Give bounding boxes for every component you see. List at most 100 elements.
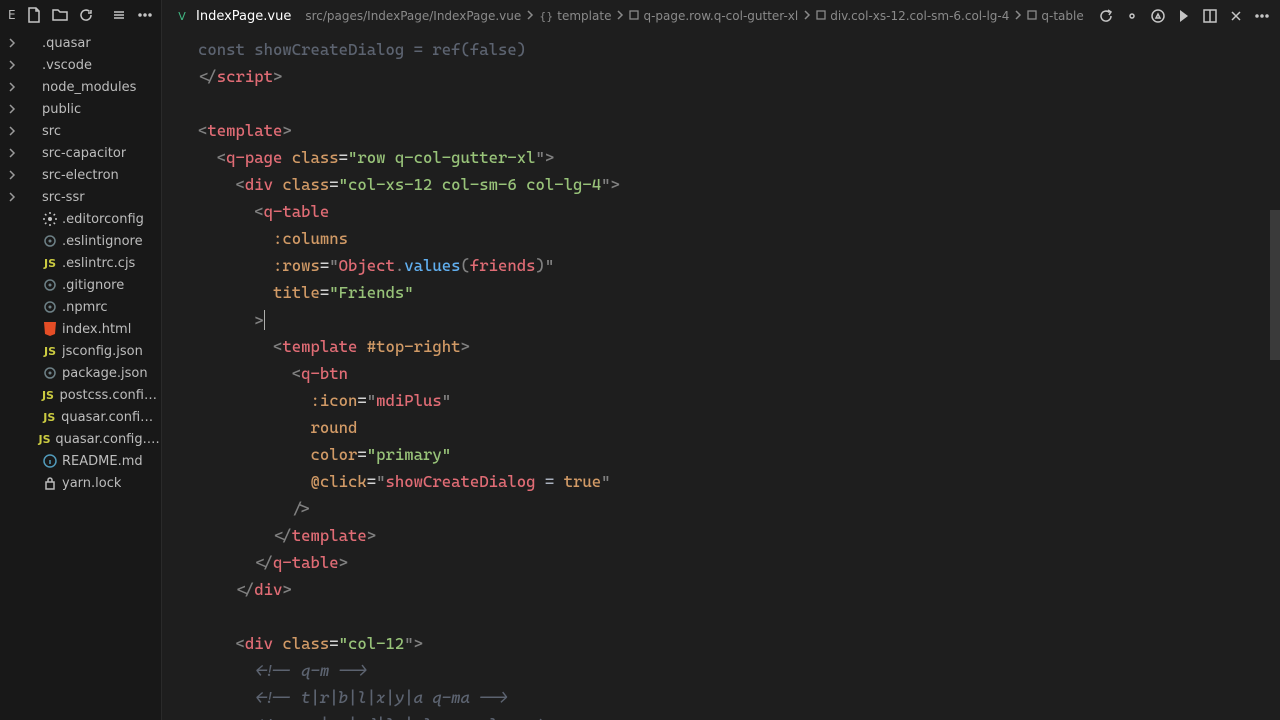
tree-item-label: package.json: [62, 366, 148, 381]
src-electron-folder[interactable]: src-electron: [0, 164, 161, 186]
chevron-right-icon: [4, 365, 20, 381]
tree-item-label: src: [42, 124, 61, 139]
src-ssr-folder[interactable]: src-ssr: [0, 186, 161, 208]
cfg-icon: [42, 299, 58, 315]
info-icon: [42, 453, 58, 469]
package-json-file[interactable]: package.json: [0, 362, 161, 384]
close-icon[interactable]: [1228, 8, 1244, 24]
breadcrumb-item[interactable]: {}template: [539, 9, 611, 23]
quasar-config-ts-file[interactable]: JSquasar.config.js.t...: [0, 428, 161, 450]
breadcrumb-item[interactable]: div.col-xs-12.col-sm-6.col-lg-4: [816, 9, 1009, 23]
breadcrumb-item[interactable]: q-page.row.q-col-gutter-xl: [629, 9, 798, 23]
tree-item-label: quasar.config.js.t...: [55, 432, 161, 447]
js-icon: JS: [42, 255, 58, 271]
js-icon: JS: [38, 431, 52, 447]
chevron-right-icon: [4, 167, 20, 183]
tree-item-label: .npmrc: [62, 300, 108, 315]
chevron-right-icon: [4, 299, 20, 315]
jsconfig-file[interactable]: JS jsconfig.json: [0, 340, 161, 362]
code-editor[interactable]: const showCreateDialog = ref(false) </sc…: [162, 32, 1280, 720]
tab-bar: V IndexPage.vue src/pages/IndexPage/Inde…: [162, 0, 1280, 32]
chevron-right-icon: [4, 233, 20, 249]
js-icon: JS: [42, 343, 58, 359]
eslintignore-file[interactable]: .eslintignore: [0, 230, 161, 252]
chevron-right-icon: [802, 9, 812, 23]
yarn-lock-file[interactable]: yarn.lock: [0, 472, 161, 494]
chevron-right-icon: [4, 101, 20, 117]
tree-item-label: public: [42, 102, 81, 117]
src-folder[interactable]: src: [0, 120, 161, 142]
more-icon[interactable]: [137, 7, 153, 23]
cog-icon: [42, 211, 58, 227]
chevron-right-icon: [4, 35, 20, 51]
new-folder-icon[interactable]: [52, 7, 68, 23]
chevron-right-icon: [4, 387, 19, 403]
scrollbar-thumb[interactable]: [1270, 210, 1280, 360]
tree-item-label: .eslintrc.cjs: [62, 256, 135, 271]
tree-item-label: src-electron: [42, 168, 119, 183]
tabbar-actions: [1098, 8, 1280, 24]
chevron-right-icon: [4, 57, 20, 73]
sidebar-toolbar: E: [0, 0, 161, 30]
chevron-right-icon: [525, 9, 535, 23]
tree-item-label: .quasar: [42, 36, 91, 51]
breadcrumb[interactable]: src/pages/IndexPage/IndexPage.vue {}templ…: [305, 9, 1083, 23]
tree-item-label: .editorconfig: [62, 212, 144, 227]
breadcrumb-item[interactable]: src/pages/IndexPage/IndexPage.vue: [305, 9, 521, 23]
js-icon: JS: [40, 387, 55, 403]
quasar-folder[interactable]: .quasar: [0, 32, 161, 54]
braces-icon: {}: [539, 10, 553, 23]
chevron-right-icon: [4, 475, 20, 491]
split-icon[interactable]: [1202, 8, 1218, 24]
box-icon: [629, 10, 639, 23]
chevron-right-icon: [4, 123, 20, 139]
compass-icon[interactable]: [1150, 8, 1166, 24]
quasar-config-file[interactable]: JS quasar.config.js: [0, 406, 161, 428]
node-modules-folder[interactable]: node_modules: [0, 76, 161, 98]
vscode-folder[interactable]: .vscode: [0, 54, 161, 76]
text-cursor: [264, 310, 265, 330]
tree-item-label: quasar.config.js: [61, 410, 161, 425]
box-icon: [816, 10, 826, 23]
new-file-icon[interactable]: [26, 7, 42, 23]
chevron-right-icon: [4, 277, 20, 293]
chevron-right-icon: [4, 453, 20, 469]
refresh-icon[interactable]: [78, 7, 94, 23]
breadcrumb-item[interactable]: q-table: [1027, 9, 1083, 23]
tree-item-label: .gitignore: [62, 278, 124, 293]
index-html-file[interactable]: index.html: [0, 318, 161, 340]
eslintrc-file[interactable]: JS .eslintrc.cjs: [0, 252, 161, 274]
nav-back-icon[interactable]: [1098, 8, 1114, 24]
public-folder[interactable]: public: [0, 98, 161, 120]
src-capacitor-folder[interactable]: src-capacitor: [0, 142, 161, 164]
chevron-right-icon: [4, 343, 20, 359]
sidebar: E .quasar .vscodenode_modulespublic src src…: [0, 0, 162, 720]
chevron-right-icon: [4, 409, 20, 425]
js-icon: JS: [41, 409, 57, 425]
box-icon: [1027, 10, 1037, 23]
postcss-config-file[interactable]: JS postcss.config.js: [0, 384, 161, 406]
tree-item-label: postcss.config.js: [60, 388, 161, 403]
npmrc-file[interactable]: .npmrc: [0, 296, 161, 318]
file-tree: .quasar .vscodenode_modulespublic src src-c…: [0, 30, 161, 494]
chevron-right-icon: [4, 145, 20, 161]
cfg-icon: [42, 233, 58, 249]
editorconfig-file[interactable]: .editorconfig: [0, 208, 161, 230]
tree-item-label: jsconfig.json: [62, 344, 143, 359]
tree-item-label: yarn.lock: [62, 476, 121, 491]
readme-file[interactable]: README.md: [0, 450, 161, 472]
tree-item-label: src-ssr: [42, 190, 85, 205]
outline-icon[interactable]: [1124, 8, 1140, 24]
chevron-right-icon: [4, 321, 20, 337]
html5-icon: [42, 321, 58, 337]
tab-indexpage[interactable]: V IndexPage.vue: [168, 0, 297, 32]
chevron-right-icon: [1013, 9, 1023, 23]
chevron-right-icon: [4, 431, 18, 447]
run-icon[interactable]: [1176, 8, 1192, 24]
cfg-icon: [42, 277, 58, 293]
gitignore-file[interactable]: .gitignore: [0, 274, 161, 296]
tab-title: IndexPage.vue: [196, 9, 291, 24]
collapse-all-icon[interactable]: [111, 7, 127, 23]
lock-icon: [42, 475, 58, 491]
vertical-scrollbar[interactable]: [1266, 0, 1280, 720]
